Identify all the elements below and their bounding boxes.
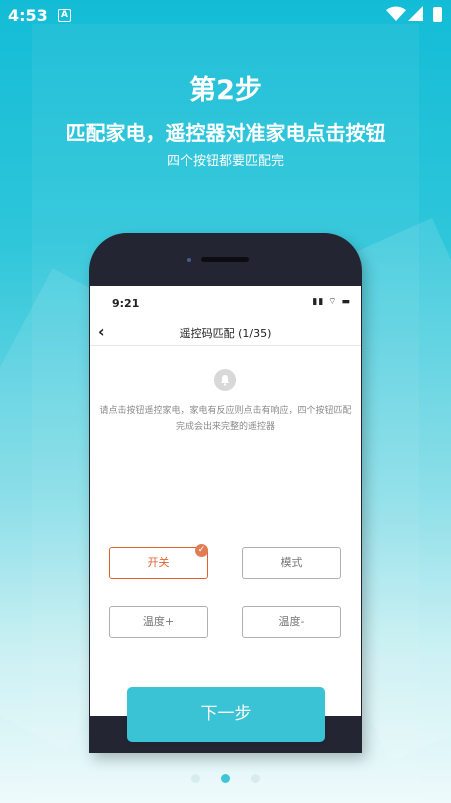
status-bar: 4:53 A	[0, 0, 451, 30]
remote-button-temp-up: 温度+	[109, 606, 208, 638]
phone-speaker	[201, 257, 249, 262]
remote-button-label: 温度+	[142, 615, 175, 628]
remote-button-label: 开关	[147, 556, 170, 569]
phone-camera	[187, 258, 191, 262]
phone-screen: 9:21 ▮▮ ⌔ ▬ ‹ 遥控码匹配 (1/35) 请点击按钮遥控家电，家电有…	[90, 286, 361, 716]
instruction-text: 请点击按钮遥控家电，家电有反应则点击有响应，四个按钮匹配完成会出来完整的遥控器	[99, 406, 352, 432]
phone-status-time: 9:21	[112, 297, 140, 310]
page-dot-1[interactable]	[190, 774, 200, 783]
page-dot-3[interactable]	[251, 774, 261, 783]
step-title: 第2步	[189, 75, 262, 106]
phone-illustration: 9:21 ▮▮ ⌔ ▬ ‹ 遥控码匹配 (1/35) 请点击按钮遥控家电，家电有…	[89, 233, 362, 753]
signal-icon	[408, 6, 423, 21]
remote-button-mode: 模式	[242, 547, 341, 579]
headline: 匹配家电，遥控器对准家电点击按钮	[65, 121, 386, 145]
notification-a-icon: A	[58, 9, 71, 22]
check-icon: ✓	[195, 544, 208, 557]
bell-icon	[214, 369, 236, 391]
remote-button-label: 温度-	[278, 615, 305, 628]
remote-button-label: 模式	[280, 556, 303, 569]
remote-button-power: 开关 ✓	[109, 544, 208, 579]
next-step-button[interactable]: 下一步	[127, 687, 325, 742]
phone-status-icons: ▮▮ ⌔ ▬	[312, 297, 351, 307]
remote-button-temp-down: 温度-	[242, 606, 341, 638]
wifi-icon	[386, 6, 406, 21]
page-indicator	[0, 768, 451, 787]
status-time: 4:53	[8, 6, 48, 25]
phone-navbar: ‹ 遥控码匹配 (1/35)	[90, 320, 361, 346]
page-dot-2-active[interactable]	[221, 774, 230, 783]
battery-icon	[433, 7, 442, 22]
subline: 四个按钮都要匹配完	[166, 154, 284, 169]
phone-page-title: 遥控码匹配 (1/35)	[179, 327, 272, 340]
